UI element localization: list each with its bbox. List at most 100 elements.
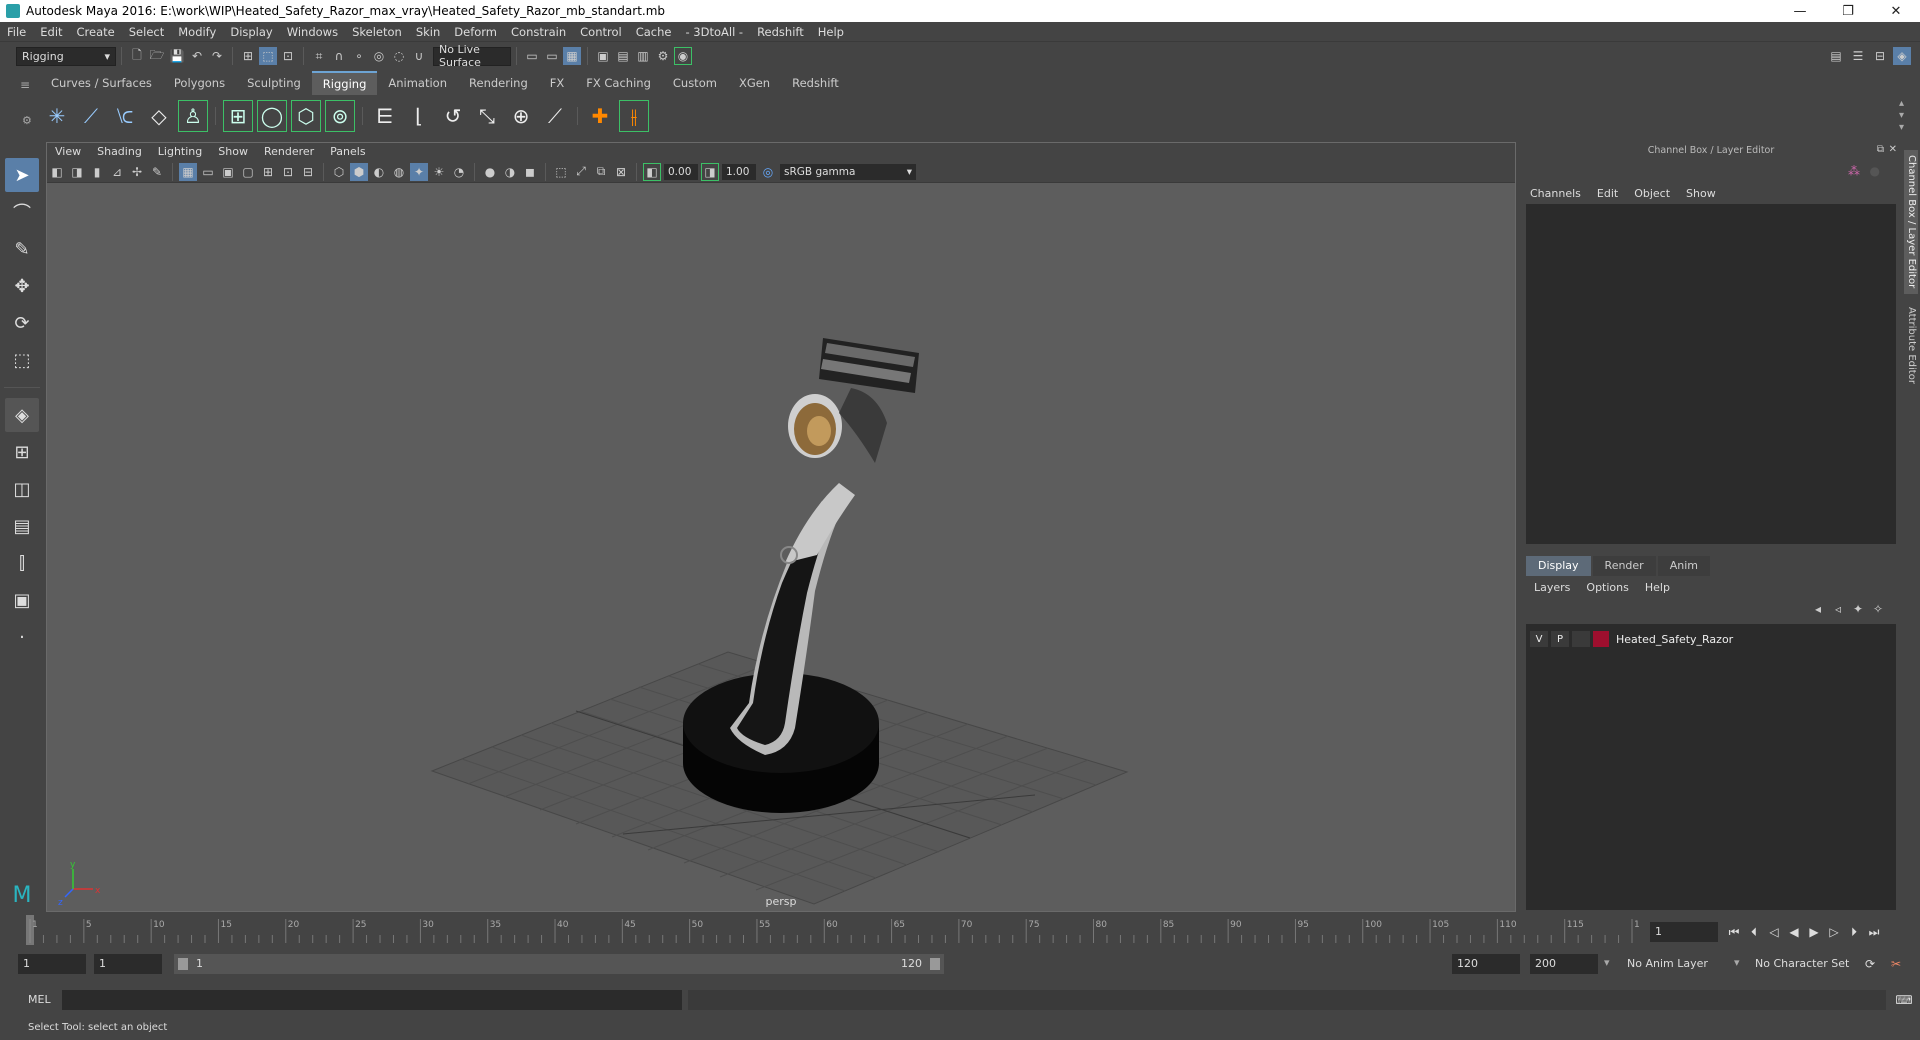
tab-sculpting[interactable]: Sculpting — [236, 72, 312, 94]
cluster-icon[interactable]: ⋿ — [370, 100, 400, 132]
shelf-settings-icon[interactable]: ⚙ — [22, 114, 32, 127]
close-button[interactable]: ✕ — [1876, 0, 1916, 22]
single-pane-layout-icon[interactable]: ◈ — [5, 398, 39, 432]
range-handle-start[interactable] — [178, 958, 188, 970]
parent-constraint-icon[interactable]: ⊕ — [506, 100, 536, 132]
le-menu-options[interactable]: Options — [1578, 578, 1636, 598]
vp-menu-lighting[interactable]: Lighting — [150, 143, 210, 161]
menu-set-dropdown[interactable]: Rigging ▾ — [16, 46, 116, 66]
channel-box-icon[interactable]: ◈ — [1893, 47, 1911, 65]
snap-grid-icon[interactable]: ⌗ — [310, 47, 328, 65]
maximize-button[interactable]: ❐ — [1828, 0, 1868, 22]
outliner-layout-icon[interactable]: ▤ — [5, 509, 39, 543]
float-panel-icon[interactable]: ⧉ — [1877, 144, 1884, 155]
layer-row[interactable]: V P Heated_Safety_Razor — [1530, 630, 1892, 648]
tab-render[interactable]: Render — [1592, 556, 1656, 576]
view-transform-dropdown[interactable]: sRGB gamma ▾ — [780, 163, 916, 180]
menu-skin[interactable]: Skin — [409, 22, 447, 42]
menu-constrain[interactable]: Constrain — [504, 22, 573, 42]
menu-3dtoall[interactable]: - 3DtoAll - — [678, 22, 750, 42]
grid-toggle-icon[interactable]: ▦ — [179, 162, 197, 181]
go-to-start-icon[interactable]: ⏮ — [1724, 922, 1744, 942]
live-surface-field[interactable]: No Live Surface — [433, 43, 511, 69]
ipr-render-icon[interactable]: ▥ — [634, 47, 652, 65]
scene-view[interactable]: x y z — [47, 183, 1515, 911]
anim-layer-dropdown[interactable]: No Anim Layer — [1622, 954, 1740, 974]
xray-icon[interactable]: ◔ — [450, 163, 468, 181]
redo-icon[interactable]: ↷ — [208, 47, 226, 65]
insert-joint-icon[interactable]: ◇ — [144, 100, 174, 132]
current-frame-field[interactable]: 1 — [1650, 922, 1718, 942]
field-chart-icon[interactable]: ⊞ — [259, 163, 277, 181]
range-handle-end[interactable] — [930, 958, 940, 970]
lattice-icon[interactable]: ⬡ — [291, 100, 321, 132]
time-slider[interactable]: 1 5 10 15 20 25 30 35 40 45 50 55 60 65 70 75 80 85 90 95 10… — [20, 915, 1651, 945]
color-management-icon[interactable]: ◎ — [759, 163, 777, 181]
snap-point-icon[interactable]: ∘ — [350, 47, 368, 65]
cb-menu-show[interactable]: Show — [1678, 184, 1724, 204]
tab-fx[interactable]: FX — [539, 72, 576, 94]
start-time-field[interactable]: 1 — [18, 954, 86, 974]
layer-playback-toggle[interactable]: P — [1551, 631, 1569, 647]
undo-icon[interactable]: ↶ — [188, 47, 206, 65]
select-object-icon[interactable]: ⬚ — [259, 47, 277, 65]
cb-menu-edit[interactable]: Edit — [1589, 184, 1626, 204]
vp-menu-shading[interactable]: Shading — [89, 143, 150, 161]
close-panel-icon[interactable]: ✕ — [1889, 144, 1897, 155]
minimize-button[interactable]: — — [1780, 0, 1820, 22]
new-scene-icon[interactable]: 🗋 — [128, 47, 146, 65]
xray-active-icon[interactable]: ⧉ — [592, 163, 610, 181]
bookmark-icon[interactable]: ▮ — [88, 163, 106, 181]
manipulator-icon[interactable]: ⁂ — [1848, 164, 1860, 178]
shelf-scroll-icon[interactable]: ▴ ▾ ▾ — [1899, 98, 1904, 134]
vp-menu-panels[interactable]: Panels — [322, 143, 373, 161]
animation-prefs-icon[interactable]: ✂ — [1886, 954, 1906, 974]
tab-fx-caching[interactable]: FX Caching — [575, 72, 662, 94]
current-time-marker[interactable] — [26, 915, 34, 945]
menu-modify[interactable]: Modify — [171, 22, 223, 42]
vp-menu-show[interactable]: Show — [210, 143, 256, 161]
xray-joints-icon[interactable]: ⤢ — [572, 163, 590, 181]
menu-skeleton[interactable]: Skeleton — [345, 22, 409, 42]
chevron-down-icon[interactable]: ▾ — [1734, 956, 1740, 969]
rotate-tool-icon[interactable]: ⟳ — [5, 306, 39, 340]
wrap-deformer-icon[interactable]: ⊚ — [325, 100, 355, 132]
paint-select-icon[interactable]: ✎ — [5, 232, 39, 266]
playback-end-field[interactable]: 120 — [1452, 954, 1520, 974]
anti-aliasing-icon[interactable]: ◼ — [521, 163, 539, 181]
layer-visibility-toggle[interactable]: V — [1530, 631, 1548, 647]
scale-constraint-icon[interactable]: ⤡ — [472, 100, 502, 132]
side-tab-channel-box[interactable]: Channel Box / Layer Editor — [1904, 150, 1918, 294]
image-plane-icon[interactable]: ⊿ — [108, 163, 126, 181]
render-frame-icon[interactable]: ▤ — [614, 47, 632, 65]
bind-skin-icon[interactable]: ⊞ — [223, 100, 253, 132]
script-editor-icon[interactable]: ⌨ — [1894, 990, 1914, 1010]
speed-icon[interactable]: ● — [1870, 164, 1880, 178]
menu-cache[interactable]: Cache — [629, 22, 679, 42]
output-ops-icon[interactable]: ▭ — [543, 47, 561, 65]
tab-curves-surfaces[interactable]: Curves / Surfaces — [40, 72, 163, 94]
end-time-field[interactable]: 200 — [1530, 954, 1598, 974]
step-back-icon[interactable]: ⏴ — [1744, 922, 1764, 942]
move-layer-down-icon[interactable]: ◃ — [1829, 600, 1847, 618]
handle-icon[interactable]: ⫲ — [619, 100, 649, 132]
tab-polygons[interactable]: Polygons — [163, 72, 236, 94]
attribute-editor-icon[interactable]: ☰ — [1849, 47, 1867, 65]
smooth-bind-icon[interactable]: ◯ — [257, 100, 287, 132]
graph-layout-icon[interactable]: ⫿ — [5, 546, 39, 580]
gamma-field[interactable]: 1.00 — [722, 163, 756, 180]
menu-edit[interactable]: Edit — [33, 22, 69, 42]
tool-settings-icon[interactable]: ⊟ — [1871, 47, 1889, 65]
select-hierarchy-icon[interactable]: ⊞ — [239, 47, 257, 65]
film-gate-icon[interactable]: ▭ — [199, 163, 217, 181]
two-d-pan-icon[interactable]: ✢ — [128, 163, 146, 181]
snap-surface-icon[interactable]: ◌ — [390, 47, 408, 65]
input-ops-icon[interactable]: ▭ — [523, 47, 541, 65]
tab-redshift[interactable]: Redshift — [781, 72, 850, 94]
two-pane-layout-icon[interactable]: ◫ — [5, 472, 39, 506]
render-view-icon[interactable]: ▣ — [594, 47, 612, 65]
menu-select[interactable]: Select — [122, 22, 171, 42]
gamma-icon[interactable]: ◨ — [701, 162, 719, 181]
select-component-icon[interactable]: ⊡ — [279, 47, 297, 65]
safe-action-icon[interactable]: ⊡ — [279, 163, 297, 181]
